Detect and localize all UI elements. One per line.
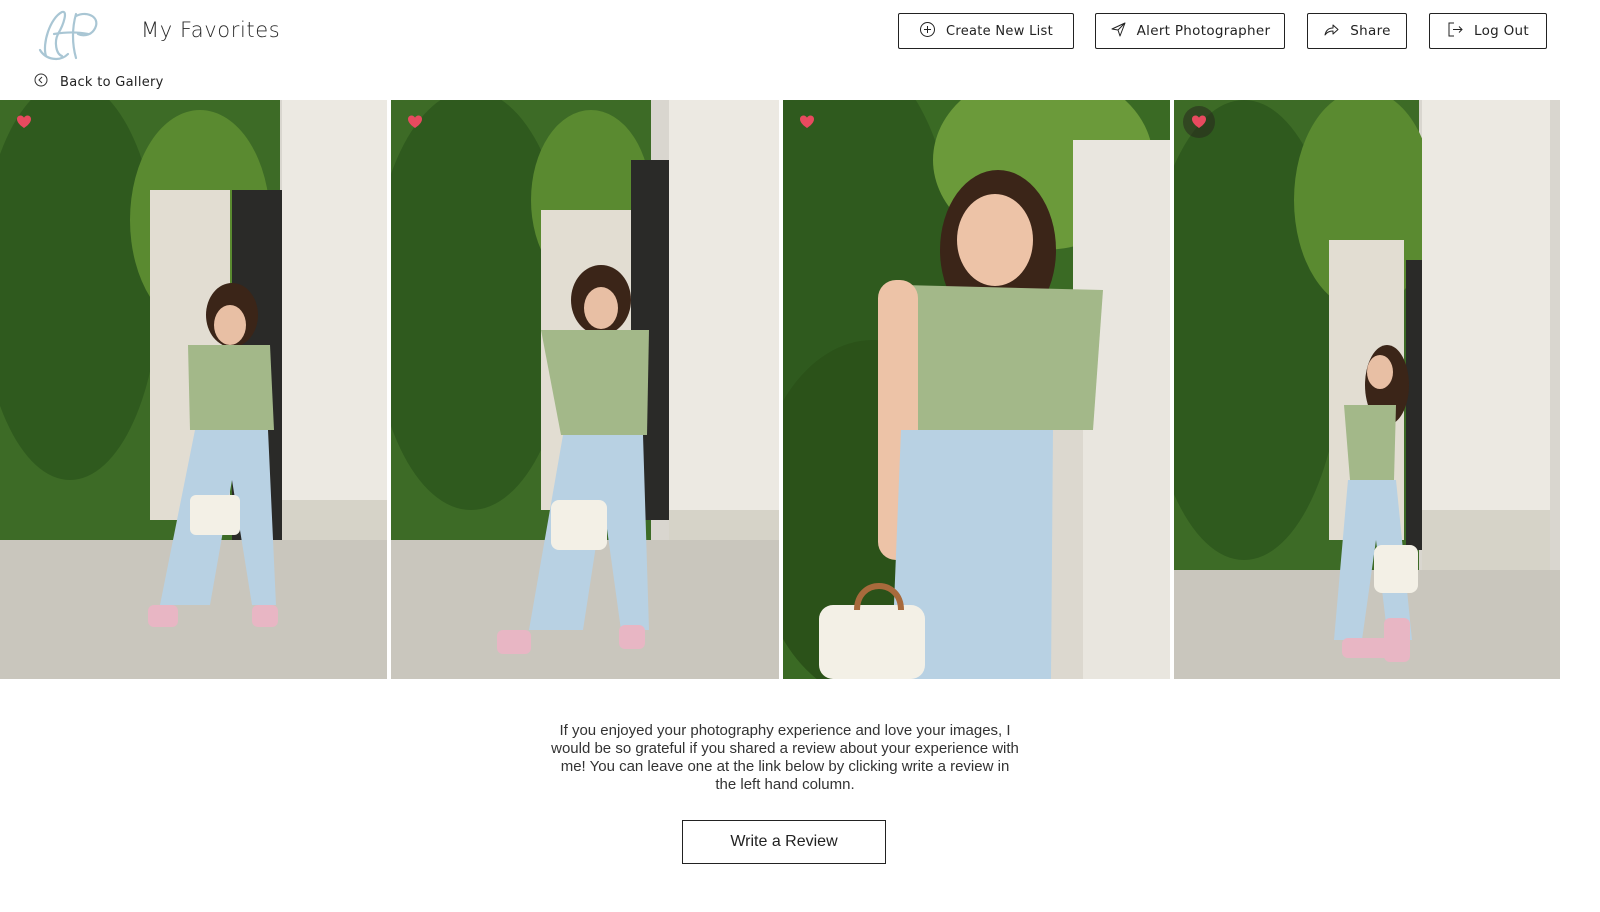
- brand-logo: [32, 4, 108, 64]
- heart-icon: [800, 115, 814, 128]
- back-to-gallery-link[interactable]: Back to Gallery: [34, 73, 164, 91]
- share-button[interactable]: Share: [1307, 13, 1407, 49]
- heart-icon: [17, 115, 31, 128]
- photo-image: [1174, 100, 1560, 679]
- photo-image: [783, 100, 1170, 679]
- gallery-photo[interactable]: [1174, 100, 1560, 679]
- review-request-text: If you enjoyed your photography experien…: [551, 722, 1019, 793]
- create-new-list-label: Create New List: [945, 23, 1054, 39]
- back-arrow-icon: [34, 73, 48, 91]
- photo-image: [0, 100, 387, 679]
- log-out-icon: [1447, 21, 1464, 42]
- share-label: Share: [1350, 23, 1391, 39]
- write-review-button[interactable]: Write a Review: [682, 820, 886, 864]
- back-to-gallery-label: Back to Gallery: [60, 74, 164, 90]
- share-arrow-icon: [1323, 21, 1340, 42]
- favorite-heart-button[interactable]: [407, 114, 423, 130]
- send-icon: [1110, 21, 1127, 42]
- log-out-label: Log Out: [1474, 23, 1529, 39]
- photo-image: [391, 100, 779, 679]
- heart-icon: [1192, 115, 1206, 128]
- heart-icon: [408, 115, 422, 128]
- gallery-photo[interactable]: [783, 100, 1170, 679]
- write-review-label: Write a Review: [730, 833, 838, 850]
- gallery-photo[interactable]: [391, 100, 779, 679]
- alert-photographer-button[interactable]: Alert Photographer: [1095, 13, 1285, 49]
- alert-photographer-label: Alert Photographer: [1136, 23, 1271, 39]
- favorite-heart-button[interactable]: [799, 114, 815, 130]
- log-out-button[interactable]: Log Out: [1429, 13, 1547, 49]
- create-new-list-button[interactable]: Create New List: [898, 13, 1074, 49]
- page-title: My Favorites: [141, 18, 281, 42]
- gallery-photo[interactable]: [0, 100, 387, 679]
- favorites-gallery: [0, 100, 1600, 679]
- plus-circle-icon: [919, 21, 936, 42]
- favorite-heart-button[interactable]: [16, 114, 32, 130]
- favorite-heart-button[interactable]: [1183, 106, 1215, 138]
